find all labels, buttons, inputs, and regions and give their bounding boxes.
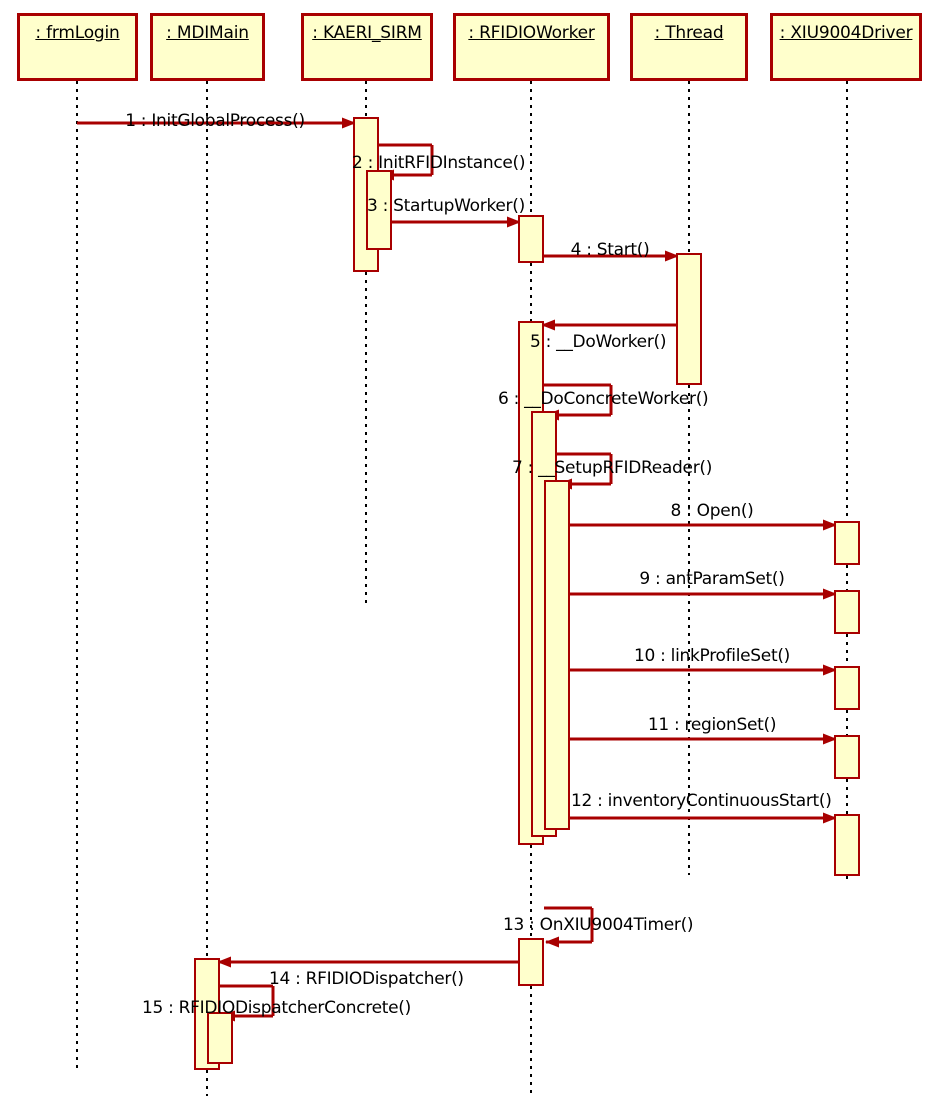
activation-bar: [834, 521, 860, 565]
message-label-6: 6 : __DoConcreteWorker(): [498, 389, 709, 409]
message-label-5: 5 : __DoWorker(): [530, 332, 667, 352]
message-label-10: 10 : linkProfileSet(): [634, 646, 790, 666]
activation-bar: [518, 938, 544, 986]
activation-bar: [207, 1012, 233, 1064]
sequence-diagram-canvas: : frmLogin : MDIMain : KAERI_SIRM : RFIDIOW…: [0, 0, 939, 1108]
lifeline-header-kaeri_sirm: : KAERI_SIRM: [301, 13, 433, 81]
lifeline-label: : frmLogin: [35, 23, 120, 43]
message-label-2: 2 : InitRFIDInstance(): [352, 153, 526, 173]
activation-bar: [834, 814, 860, 876]
lifeline-label: : RFIDIOWorker: [468, 23, 595, 43]
message-label-15: 15 : RFIDIODispatcherConcrete(): [142, 998, 411, 1018]
activation-bar: [834, 590, 860, 634]
lifeline-header-rfidioworker: : RFIDIOWorker: [453, 13, 610, 81]
message-label-11: 11 : regionSet(): [647, 715, 777, 735]
message-label-4: 4 : Start(): [570, 240, 650, 260]
lifeline-label: : Thread: [654, 23, 724, 43]
activation-bar: [676, 253, 702, 385]
message-label-9: 9 : antParamSet(): [639, 569, 785, 589]
activation-bar: [834, 735, 860, 779]
activation-bar: [544, 480, 570, 830]
lifeline-label: : XIU9004Driver: [779, 23, 913, 43]
lifeline-header-mdimain: : MDIMain: [150, 13, 265, 81]
lifeline-header-thread: : Thread: [630, 13, 748, 81]
activation-bar: [834, 666, 860, 710]
lifeline-header-frmlogin: : frmLogin: [17, 13, 138, 81]
message-label-14: 14 : RFIDIODispatcher(): [269, 969, 464, 989]
message-label-13: 13 : OnXIU9004Timer(): [503, 915, 694, 935]
lifeline-label: : MDIMain: [166, 23, 249, 43]
message-label-8: 8 : Open(): [670, 501, 754, 521]
message-label-7: 7 : __SetupRFIDReader(): [512, 458, 713, 478]
lifeline-label: : KAERI_SIRM: [312, 23, 422, 43]
activation-bar: [518, 215, 544, 263]
message-label-3: 3 : StartupWorker(): [367, 196, 525, 216]
message-label-12: 12 : inventoryContinuousStart(): [571, 791, 832, 811]
message-label-1: 1 : InitGlobalProcess(): [125, 111, 305, 131]
lifeline-header-xiu9004driver: : XIU9004Driver: [770, 13, 922, 81]
